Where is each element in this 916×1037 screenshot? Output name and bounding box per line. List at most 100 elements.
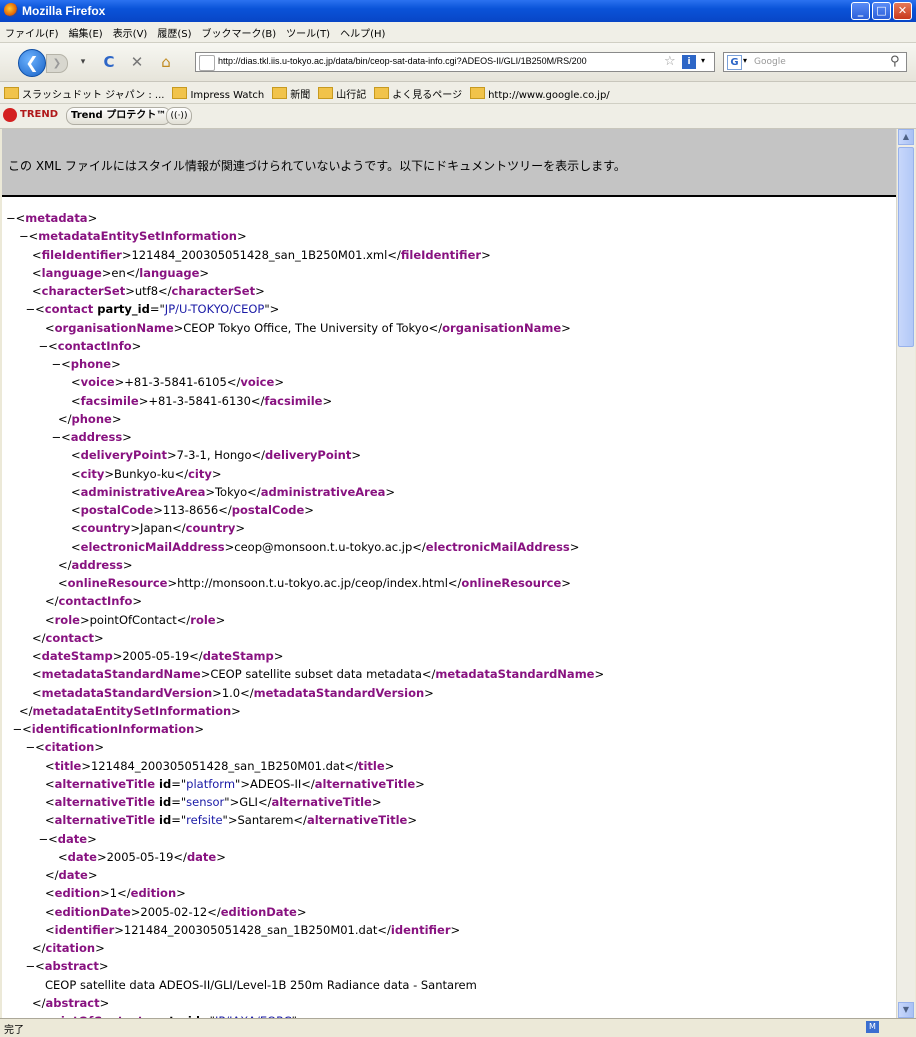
bookmark-item[interactable]: http://www.google.co.jp/: [466, 83, 614, 101]
google-engine-icon[interactable]: G: [727, 55, 742, 70]
text-node: +81-3-5841-6105: [124, 375, 227, 390]
punct: >: [407, 813, 417, 828]
punct: <: [71, 448, 81, 463]
collapse-toggle[interactable]: −: [39, 832, 49, 846]
tag-name: fileIdentifier: [400, 247, 482, 262]
site-info-icon[interactable]: i: [682, 55, 696, 69]
scroll-down-button[interactable]: ▼: [898, 1002, 914, 1018]
punct: </: [251, 448, 266, 463]
punct: >: [130, 904, 141, 919]
xml-line[interactable]: −<date>: [39, 830, 97, 848]
collapse-toggle[interactable]: −: [52, 357, 62, 371]
text-node: 121484_200305051428_san_1B250M01.xml: [131, 247, 388, 262]
scroll-thumb[interactable]: [898, 147, 914, 347]
punct: <: [32, 667, 42, 682]
punct: </: [172, 521, 186, 536]
punct: >: [215, 612, 226, 627]
menu-item[interactable]: 履歴(S): [152, 22, 196, 40]
url-dropdown-icon[interactable]: ▾: [701, 56, 705, 65]
punct: <: [28, 229, 39, 244]
url-text: http://dias.tkl.iis.u-tokyo.ac.jp/data/b…: [218, 56, 587, 66]
punct: >: [131, 338, 142, 353]
collapse-toggle[interactable]: −: [26, 740, 36, 754]
menu-item[interactable]: ツール(T): [281, 22, 335, 40]
punct: >: [138, 393, 149, 408]
xml-notice-text: この XML ファイルにはスタイル情報が関連づけられていないようです。以下にドキ…: [8, 159, 626, 173]
punct: >: [114, 922, 124, 937]
punct: >: [351, 448, 361, 463]
engine-dropdown-icon[interactable]: ▾: [743, 56, 747, 65]
menu-item[interactable]: ファイル(F): [0, 22, 64, 40]
tag-name: contactInfo: [58, 594, 133, 609]
bookmark-item[interactable]: 山行記: [314, 82, 370, 101]
collapse-toggle[interactable]: −: [6, 211, 16, 225]
forward-button[interactable]: ❯: [46, 54, 68, 73]
minimize-button[interactable]: _: [851, 2, 870, 20]
history-dropdown-icon[interactable]: ▾: [72, 51, 94, 73]
punct: >: [125, 284, 135, 298]
punct: </: [58, 557, 72, 572]
url-bar[interactable]: http://dias.tkl.iis.u-tokyo.ac.jp/data/b…: [195, 52, 715, 72]
collapse-toggle[interactable]: −: [26, 959, 36, 973]
xml-line[interactable]: −<contactInfo>: [39, 337, 142, 355]
tag-name: alternativeTitle: [54, 776, 156, 791]
xml-line[interactable]: −<identificationInformation>: [13, 720, 204, 738]
collapse-toggle[interactable]: −: [26, 302, 36, 316]
collapse-toggle[interactable]: −: [39, 339, 49, 353]
tag-name: contact: [44, 302, 94, 317]
tag-name: postalCode: [80, 503, 154, 517]
text-node: +81-3-5841-6130: [148, 393, 251, 408]
punct: </: [226, 375, 241, 390]
search-box[interactable]: G ▾ Google ⚲: [723, 52, 907, 72]
tag-name: address: [70, 430, 123, 444]
maximize-button[interactable]: □: [872, 2, 891, 20]
status-addon-icon[interactable]: M: [866, 1021, 879, 1033]
punct: >: [96, 849, 107, 864]
xml-line[interactable]: −<metadataEntitySetInformation>: [19, 227, 247, 245]
xml-line: <country>Japan</country>: [71, 519, 245, 537]
xml-line[interactable]: −<abstract>: [26, 957, 109, 975]
scroll-up-button[interactable]: ▲: [898, 129, 914, 145]
punct: <: [45, 758, 55, 773]
menu-item[interactable]: 表示(V): [108, 22, 153, 40]
collapse-toggle[interactable]: −: [19, 229, 29, 243]
punct: >: [371, 795, 382, 809]
bookmark-item[interactable]: Impress Watch: [168, 83, 268, 101]
xml-line[interactable]: −<citation>: [26, 738, 104, 756]
bookmark-label: http://www.google.co.jp/: [488, 90, 610, 101]
reload-icon[interactable]: C: [98, 51, 120, 73]
trend-protect-button[interactable]: Trend プロテクト™: [66, 107, 172, 125]
menu-item[interactable]: 編集(E): [64, 22, 108, 40]
bookmark-item[interactable]: よく見るページ: [370, 82, 466, 101]
trend-logo-icon: [3, 108, 17, 122]
punct: >: [424, 685, 434, 700]
tag-name: country: [80, 521, 131, 536]
punct: <: [58, 849, 68, 864]
back-button[interactable]: ❮: [18, 49, 46, 77]
stop-icon[interactable]: ✕: [126, 51, 148, 73]
bookmark-star-icon[interactable]: ☆: [664, 54, 676, 69]
xml-line[interactable]: −<contact party_id="JP/U-TOKYO/CEOP">: [26, 300, 280, 318]
bookmark-item[interactable]: スラッシュドット ジャパン : ...: [0, 82, 168, 101]
close-button[interactable]: ✕: [893, 2, 912, 20]
trend-wireless-button[interactable]: ((·)): [166, 107, 192, 125]
xml-line: <role>pointOfContact</role>: [45, 611, 225, 629]
xml-line[interactable]: −<phone>: [52, 355, 121, 373]
collapse-toggle[interactable]: −: [13, 722, 23, 736]
xml-line[interactable]: −<metadata>: [6, 209, 97, 227]
search-icon[interactable]: ⚲: [890, 54, 900, 69]
punct: ">: [224, 795, 240, 809]
vertical-scrollbar[interactable]: ▲ ▼: [896, 129, 915, 1018]
navigation-toolbar: ❮ ❯ ▾ C ✕ ⌂ http://dias.tkl.iis.u-tokyo.…: [0, 43, 916, 82]
xml-line[interactable]: −<address>: [52, 428, 132, 446]
menu-item[interactable]: ヘルプ(H): [335, 22, 390, 40]
text-node: 2005-02-12: [140, 904, 208, 919]
xml-line: </date>: [45, 866, 97, 884]
menu-item[interactable]: ブックマーク(B): [197, 22, 282, 40]
bookmark-item[interactable]: 新聞: [268, 82, 314, 101]
xml-line: <date>2005-05-19</date>: [58, 848, 226, 866]
home-icon[interactable]: ⌂: [155, 51, 177, 73]
collapse-toggle[interactable]: −: [52, 430, 62, 444]
tag-name: identifier: [54, 922, 115, 937]
text-node: 1.0: [221, 685, 241, 700]
